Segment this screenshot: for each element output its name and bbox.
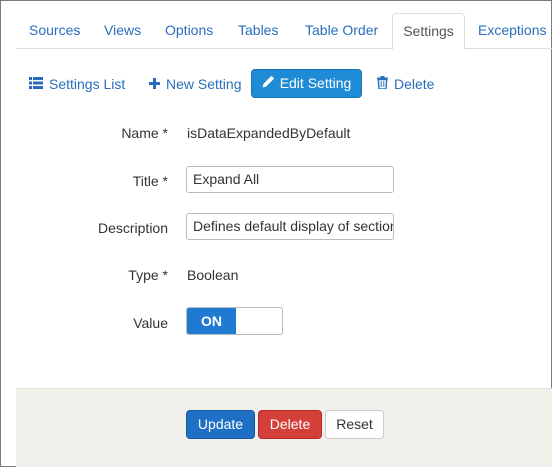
title-field[interactable]: Expand All	[186, 166, 394, 193]
type-value: Boolean	[187, 267, 239, 283]
tab-table-order[interactable]: Table Order	[305, 13, 378, 49]
tab-views[interactable]: Views	[104, 13, 141, 49]
new-setting-label: New Setting	[166, 76, 242, 92]
toggle-on-label: ON	[187, 308, 236, 334]
reset-button[interactable]: Reset	[325, 410, 384, 439]
tab-exceptions[interactable]: Exceptions	[478, 13, 546, 49]
trash-icon	[377, 72, 388, 96]
settings-list-button[interactable]: Settings List	[29, 72, 125, 96]
title-label: Title *	[132, 173, 168, 189]
pencil-icon	[262, 70, 275, 97]
name-label: Name *	[121, 125, 168, 141]
plus-icon	[149, 72, 160, 96]
value-toggle[interactable]: ON	[186, 307, 283, 335]
type-label: Type *	[128, 267, 168, 283]
name-value: isDataExpandedByDefault	[187, 125, 351, 141]
tab-settings[interactable]: Settings	[392, 13, 465, 50]
settings-list-label: Settings List	[49, 76, 126, 92]
settings-panel: Sources Views Options Tables Table Order…	[0, 0, 552, 467]
tab-sources[interactable]: Sources	[29, 13, 80, 49]
description-label: Description	[97, 220, 168, 236]
list-icon	[29, 72, 43, 96]
new-setting-button[interactable]: New Setting	[149, 72, 241, 96]
tab-tables[interactable]: Tables	[238, 13, 278, 49]
description-field[interactable]: Defines default display of sections	[186, 213, 394, 240]
delete-button[interactable]: Delete	[258, 410, 322, 439]
update-button[interactable]: Update	[186, 410, 255, 439]
tab-bar: Sources Views Options Tables Table Order…	[16, 13, 552, 50]
delete-label: Delete	[394, 76, 435, 92]
delete-setting-button[interactable]: Delete	[377, 72, 434, 96]
edit-setting-button[interactable]: Edit Setting	[251, 69, 362, 98]
edit-setting-label: Edit Setting	[279, 75, 352, 91]
value-label: Value	[133, 315, 168, 331]
tab-options[interactable]: Options	[165, 13, 213, 49]
